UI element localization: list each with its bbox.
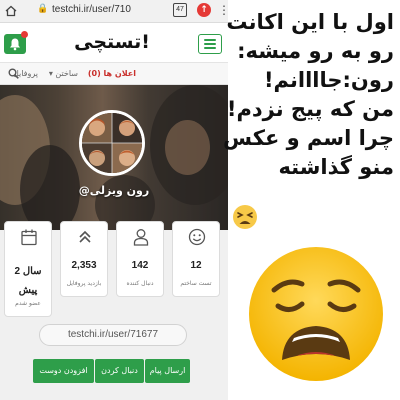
avatar[interactable] [79, 110, 145, 176]
notification-dot [21, 31, 28, 38]
nav-item-ads[interactable]: اعلان ها (0) [88, 69, 136, 78]
meme-caption: اول با این اکانت رو به رو میشه: رون:جااا… [223, 8, 394, 182]
lock-icon: 🔒 [37, 4, 49, 14]
weary-face-emoji [249, 247, 383, 381]
stat-value: 142 [131, 260, 149, 271]
profile-stats: 12 تست ساختم 142 دنبال کننده 2,353 بازدی… [0, 218, 228, 317]
phone-screenshot: 🔒 testchi.ir/user/710 47 ↑ ⋮ تستچی! اعلا… [0, 0, 228, 400]
hamburger-bar [204, 47, 216, 49]
stat-label: تست ساختم [180, 280, 212, 287]
caption-line: چرا اسم و عکس [223, 126, 394, 150]
tab-count-icon[interactable]: 47 [173, 3, 187, 17]
smiley-icon [188, 228, 206, 246]
url-text[interactable]: testchi.ir/user/710 [52, 4, 157, 15]
profile-link-pill[interactable]: testchi.ir/user/71677 [39, 324, 187, 346]
add-friend-button[interactable]: افزودن دوست [33, 359, 94, 383]
person-icon [133, 229, 149, 246]
caption-line: اول با این اکانت [226, 10, 394, 34]
caption-line: رو به رو میشه: [237, 39, 394, 63]
chevrons-up-icon [79, 230, 91, 243]
profile-cover-photo: @رون ویزلی [0, 85, 228, 230]
secondary-nav: اعلان ها (0) ساختن ▾ پروفایل [0, 63, 228, 85]
caption-line: منو گذاشته [278, 155, 394, 179]
stat-card-joined: 2 سال پیش عضو شدم [4, 221, 52, 317]
stat-label: بازدید پروفایل [66, 280, 102, 287]
stat-value: 2 سال پیش [14, 266, 42, 296]
avatar-image [82, 113, 142, 173]
site-logo[interactable]: تستچی! [72, 31, 152, 53]
alert-icon[interactable]: ↑ [197, 3, 211, 17]
stat-card-tests: 12 تست ساختم [172, 221, 220, 297]
stat-card-followers[interactable]: 142 دنبال کننده [116, 221, 164, 297]
stat-label: دنبال کننده [126, 280, 154, 287]
bell-icon [10, 38, 20, 51]
tired-face-emoji [233, 205, 257, 229]
search-icon[interactable] [8, 68, 19, 79]
app-header: تستچی! [0, 23, 228, 63]
hamburger-menu-button[interactable] [198, 34, 222, 54]
send-message-button[interactable]: ارسال پیام [145, 359, 190, 383]
stat-label: عضو شدم [15, 300, 41, 307]
stat-card-profile-views: 2,353 بازدید پروفایل [60, 221, 108, 297]
home-icon[interactable] [5, 5, 17, 17]
nav-item-build[interactable]: ساختن ▾ [49, 69, 78, 78]
caption-line: رون:جاااانم! [263, 68, 394, 92]
follow-button[interactable]: دنبال کردن [95, 359, 144, 383]
calendar-icon [21, 229, 37, 246]
hamburger-bar [204, 43, 216, 45]
hamburger-bar [204, 39, 216, 41]
notification-button[interactable] [4, 31, 28, 54]
profile-username: @رون ویزلی [78, 184, 150, 197]
stat-value: 12 [190, 260, 202, 271]
browser-url-bar: 🔒 testchi.ir/user/710 47 ↑ ⋮ [0, 0, 228, 23]
stat-value: 2,353 [71, 260, 97, 271]
caption-line: من که پیج نزدم! [226, 97, 394, 121]
